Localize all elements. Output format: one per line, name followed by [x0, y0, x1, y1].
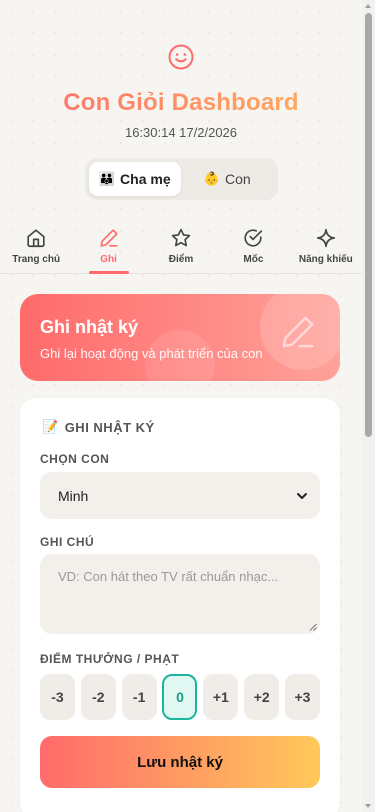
banner-title: Ghi nhật ký [40, 317, 139, 337]
role-child-button[interactable]: 👶 Con [181, 162, 274, 196]
datetime-text: 16:30:14 17/2/2026 [124, 125, 238, 140]
section-banner: Ghi nhật ký Ghi lại hoạt động và phát tr… [20, 294, 340, 381]
tab-home-label: Trang chủ [12, 254, 61, 265]
tab-nav: Trang chủ Ghi Điểm Mốc Năng khiếu [0, 222, 362, 274]
tab-talents-label: Năng khiếu [298, 254, 353, 265]
score-button[interactable]: -2 [80, 674, 116, 720]
score-button[interactable]: +3 [284, 674, 320, 720]
smile-icon [168, 44, 194, 70]
child-select[interactable]: Minh [40, 472, 320, 519]
page-title: Con Giỏi Dashboard [0, 89, 362, 117]
child-select-value: Minh [58, 487, 89, 504]
header: Con Giỏi Dashboard 16:30:14 17/2/2026 👪 … [0, 0, 362, 200]
score-button[interactable]: +1 [203, 674, 239, 720]
note-textarea[interactable]: VD: Con hát theo TV rất chuẩn nhạc... [40, 554, 320, 634]
pencil-icon [282, 316, 314, 348]
score-button[interactable]: -1 [121, 674, 157, 720]
resize-handle-icon[interactable] [309, 623, 317, 631]
child-select-label: CHỌN CON [40, 452, 110, 466]
note-placeholder: VD: Con hát theo TV rất chuẩn nhạc... [58, 569, 279, 584]
tab-home[interactable]: Trang chủ [0, 222, 72, 273]
role-parent-button[interactable]: 👪 Cha mẹ [88, 162, 181, 196]
score-button[interactable]: +2 [244, 674, 280, 720]
tab-write-label: Ghi [100, 254, 117, 265]
home-icon [27, 229, 45, 248]
note-label: GHI CHÚ [40, 535, 95, 549]
scroll-up-arrow-icon[interactable] [365, 4, 371, 8]
form-title-text: GHI NHẬT KÝ [64, 419, 155, 435]
scroll-down-arrow-icon[interactable] [365, 804, 371, 808]
tab-points[interactable]: Điểm [145, 222, 217, 273]
chevron-down-icon [297, 492, 307, 499]
save-journal-button[interactable]: Lưu nhật ký [40, 736, 320, 788]
pencil-icon [99, 229, 118, 247]
score-button-selected[interactable]: 0 [162, 674, 198, 720]
tab-milestones-label: Mốc [243, 254, 264, 265]
score-label: ĐIỂM THƯỞNG / PHẠT [40, 652, 180, 666]
scrollbar[interactable] [362, 0, 375, 812]
journal-form-card: 📝 GHI NHẬT KÝ CHỌN CON Minh GHI CHÚ VD: … [20, 398, 340, 812]
score-selector: -3 -2 -1 0 +1 +2 +3 [40, 674, 320, 720]
form-title: 📝 GHI NHẬT KÝ [42, 419, 155, 435]
tab-write[interactable]: Ghi [72, 222, 144, 273]
role-child-label: Con [225, 171, 251, 187]
memo-icon: 📝 [42, 419, 59, 434]
banner-subtitle: Ghi lại hoạt động và phát triển của con [40, 346, 263, 361]
score-button[interactable]: -3 [40, 674, 75, 720]
role-parent-label: Cha mẹ [120, 171, 171, 187]
page-scroll-area: Con Giỏi Dashboard 16:30:14 17/2/2026 👪 … [0, 0, 362, 812]
sparkle-icon [316, 228, 335, 248]
tab-talents[interactable]: Năng khiếu [290, 222, 362, 273]
star-icon [171, 228, 191, 247]
tab-milestones[interactable]: Mốc [217, 222, 289, 273]
tab-points-label: Điểm [168, 254, 194, 265]
role-toggle: 👪 Cha mẹ 👶 Con [84, 158, 278, 200]
family-icon: 👪 [98, 171, 116, 186]
check-circle-icon [244, 229, 263, 247]
baby-icon: 👶 [203, 171, 220, 186]
scrollbar-thumb[interactable] [365, 13, 372, 437]
